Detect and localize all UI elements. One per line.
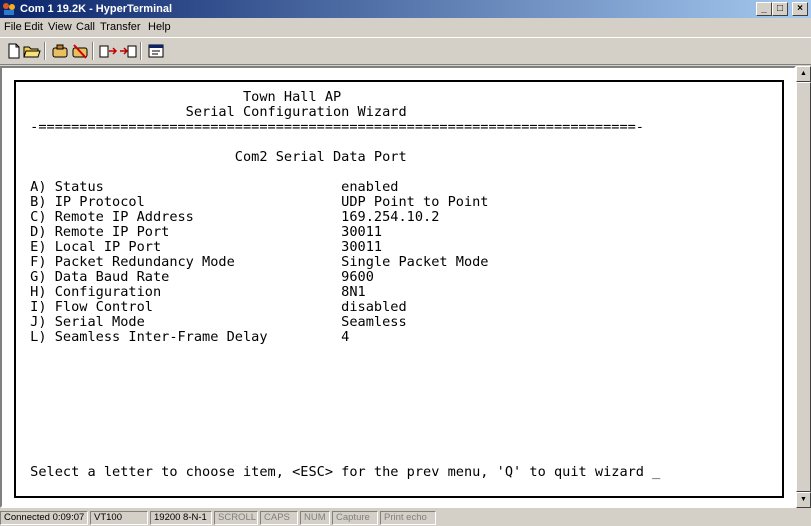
terminal-line: G) Data Baud Rate 9600 bbox=[22, 269, 374, 285]
status-print-echo: Print echo bbox=[380, 511, 436, 525]
minimize-button[interactable]: _ bbox=[756, 2, 772, 16]
terminal-line: H) Configuration 8N1 bbox=[22, 284, 366, 300]
scroll-thumb[interactable] bbox=[796, 82, 811, 492]
menu-bar: File Edit View Call Transfer Help bbox=[0, 18, 811, 36]
new-icon[interactable] bbox=[4, 42, 24, 60]
toolbar bbox=[0, 37, 811, 65]
terminal-line: L) Seamless Inter-Frame Delay 4 bbox=[22, 329, 350, 345]
status-settings: 19200 8-N-1 bbox=[150, 511, 212, 525]
terminal-line: Select a letter to choose item, <ESC> fo… bbox=[22, 464, 661, 480]
terminal-line: I) Flow Control disabled bbox=[22, 299, 407, 315]
close-button[interactable]: × bbox=[792, 2, 808, 16]
terminal-line: C) Remote IP Address 169.254.10.2 bbox=[22, 209, 440, 225]
terminal-line: Town Hall AP bbox=[22, 89, 342, 105]
menu-call[interactable]: Call bbox=[76, 20, 95, 34]
terminal-screen[interactable]: Town Hall AP Serial Configuration Wizard… bbox=[14, 80, 784, 498]
disconnect-icon[interactable] bbox=[70, 42, 90, 60]
send-icon[interactable] bbox=[98, 42, 118, 60]
terminal-line: A) Status enabled bbox=[22, 179, 399, 195]
status-capture: Capture bbox=[332, 511, 378, 525]
toolbar-separator bbox=[140, 42, 142, 60]
terminal-line: -=======================================… bbox=[22, 119, 644, 135]
menu-view[interactable]: View bbox=[48, 20, 72, 34]
title-bar[interactable]: Com 1 19.2K - HyperTerminal _ □ × bbox=[0, 0, 811, 18]
status-connected: Connected 0:09:07 bbox=[0, 511, 88, 525]
window-title: Com 1 19.2K - HyperTerminal bbox=[20, 3, 173, 15]
terminal-line: B) IP Protocol UDP Point to Point bbox=[22, 194, 489, 210]
hyperterminal-icon bbox=[3, 3, 15, 15]
connect-icon[interactable] bbox=[50, 42, 70, 60]
receive-icon[interactable] bbox=[118, 42, 138, 60]
status-caps: CAPS bbox=[260, 511, 298, 525]
terminal-line: D) Remote IP Port 30011 bbox=[22, 224, 383, 240]
terminal-line: Serial Configuration Wizard bbox=[22, 104, 407, 120]
toolbar-separator bbox=[92, 42, 94, 60]
terminal-line: F) Packet Redundancy Mode Single Packet … bbox=[22, 254, 489, 270]
terminal-line: J) Serial Mode Seamless bbox=[22, 314, 407, 330]
status-scroll: SCROLL bbox=[214, 511, 258, 525]
vertical-scrollbar[interactable]: ▲ ▼ bbox=[796, 66, 811, 508]
scroll-down-button[interactable]: ▼ bbox=[796, 492, 811, 508]
scroll-up-button[interactable]: ▲ bbox=[796, 66, 811, 82]
menu-help[interactable]: Help bbox=[148, 20, 171, 34]
terminal-line: Com2 Serial Data Port bbox=[22, 149, 407, 165]
toolbar-separator bbox=[44, 42, 46, 60]
status-emulation: VT100 bbox=[90, 511, 148, 525]
properties-icon[interactable] bbox=[146, 42, 166, 60]
terminal-line: E) Local IP Port 30011 bbox=[22, 239, 383, 255]
open-icon[interactable] bbox=[22, 42, 42, 60]
menu-file[interactable]: File bbox=[4, 20, 22, 34]
menu-transfer[interactable]: Transfer bbox=[100, 20, 141, 34]
terminal-area[interactable]: Town Hall AP Serial Configuration Wizard… bbox=[0, 66, 796, 508]
status-bar: Connected 0:09:07 VT100 19200 8-N-1 SCRO… bbox=[0, 510, 811, 526]
maximize-button[interactable]: □ bbox=[772, 2, 788, 16]
menu-edit[interactable]: Edit bbox=[24, 20, 43, 34]
status-num: NUM bbox=[300, 511, 330, 525]
